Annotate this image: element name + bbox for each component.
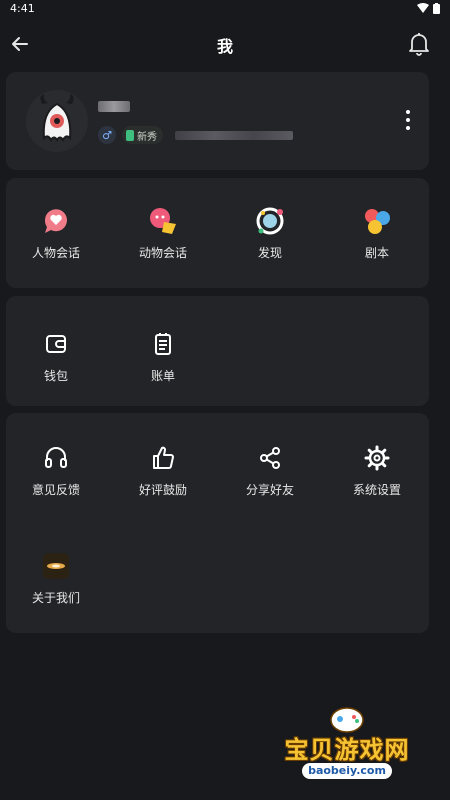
menu-item-share[interactable]: 分享好友 bbox=[220, 443, 320, 505]
header: 我 bbox=[0, 28, 450, 62]
menu-label: 关于我们 bbox=[31, 591, 80, 605]
watermark: 宝贝游戏网 baobeiy.com bbox=[272, 700, 422, 790]
menu-item-script[interactable]: 剧本 bbox=[327, 206, 427, 268]
level-badge: 新秀 bbox=[122, 126, 163, 144]
status-time: 4:41 bbox=[10, 1, 35, 15]
about-logo-icon bbox=[43, 553, 69, 579]
back-arrow-icon[interactable] bbox=[10, 34, 30, 54]
menu-label: 系统设置 bbox=[352, 483, 401, 497]
headset-icon bbox=[45, 447, 67, 468]
menu-label: 剧本 bbox=[364, 246, 389, 260]
menu-label: 人物会话 bbox=[31, 246, 80, 260]
menu-item-settings[interactable]: 系统设置 bbox=[327, 443, 427, 505]
menu-label: 钱包 bbox=[43, 369, 68, 383]
menu-item-bill[interactable]: 账单 bbox=[113, 329, 213, 391]
battery-icon bbox=[433, 2, 440, 14]
menu-item-wallet[interactable]: 钱包 bbox=[6, 329, 106, 391]
menu-item-discover[interactable]: 发现 bbox=[220, 206, 320, 268]
status-bar: 4:41 bbox=[0, 0, 450, 16]
wallet-menu-card: 钱包 账单 bbox=[6, 296, 429, 406]
gender-badge: ♂ bbox=[98, 126, 116, 144]
profile-meta: ♂ 新秀 bbox=[98, 126, 293, 144]
user-id-redacted bbox=[175, 130, 293, 140]
script-icon bbox=[365, 209, 390, 234]
wallet-icon bbox=[46, 335, 66, 353]
thumbs-up-icon bbox=[153, 446, 174, 469]
status-icons bbox=[417, 2, 440, 14]
menu-item-person-chat[interactable]: 人物会话 bbox=[6, 206, 106, 268]
share-icon bbox=[260, 447, 280, 469]
menu-item-animal-chat[interactable]: 动物会话 bbox=[113, 206, 213, 268]
profile-card[interactable]: ♂ 新秀 bbox=[6, 72, 429, 170]
menu-label: 好评鼓励 bbox=[138, 483, 187, 497]
menu-label: 动物会话 bbox=[138, 246, 187, 260]
menu-item-feedback[interactable]: 意见反馈 bbox=[6, 443, 106, 505]
discover-icon bbox=[256, 207, 284, 235]
bill-icon bbox=[155, 333, 171, 355]
menu-item-about[interactable]: 关于我们 bbox=[6, 551, 106, 613]
menu-label: 发现 bbox=[257, 246, 282, 260]
wifi-icon bbox=[417, 3, 429, 13]
menu-label: 分享好友 bbox=[245, 483, 294, 497]
gear-icon bbox=[364, 445, 390, 471]
more-options-icon[interactable] bbox=[403, 110, 413, 130]
page-title: 我 bbox=[216, 37, 233, 56]
level-label: 新秀 bbox=[137, 131, 157, 143]
watermark-url: baobeiy.com bbox=[302, 763, 392, 779]
menu-label: 账单 bbox=[150, 369, 175, 383]
level-icon bbox=[126, 129, 134, 141]
person-chat-icon bbox=[44, 209, 67, 233]
avatar[interactable] bbox=[26, 90, 88, 152]
menu-label: 意见反馈 bbox=[31, 483, 80, 497]
username-redacted bbox=[98, 101, 130, 112]
watermark-text: 宝贝游戏网 bbox=[284, 736, 410, 764]
gamepad-mascot-icon bbox=[330, 707, 364, 733]
bell-icon[interactable] bbox=[408, 32, 430, 56]
chat-menu-card: 人物会话 动物会话 发现 剧本 bbox=[6, 178, 429, 288]
animal-chat-icon bbox=[150, 208, 176, 234]
menu-item-rate[interactable]: 好评鼓励 bbox=[113, 443, 213, 505]
tools-menu-card: 意见反馈 好评鼓励 分享好友 系统设置 关于我们 bbox=[6, 413, 429, 633]
